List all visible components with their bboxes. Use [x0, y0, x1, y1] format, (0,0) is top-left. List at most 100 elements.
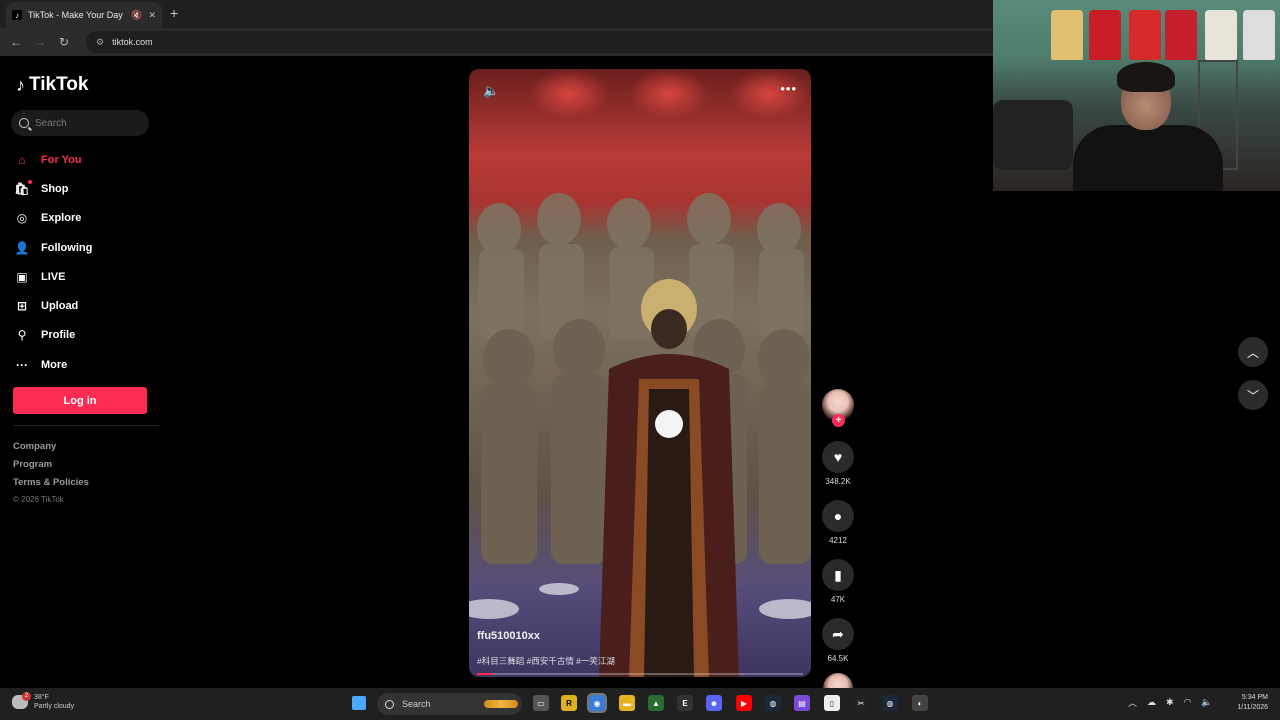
video-frame-dancer [599, 279, 739, 677]
search-icon [385, 699, 394, 709]
like-action[interactable]: ♥ 348.2K [822, 441, 854, 486]
sidebar-item-explore[interactable]: ◎ Explore [13, 204, 153, 233]
wifi-icon[interactable]: ◠ [1184, 697, 1192, 708]
start-icon[interactable] [352, 696, 366, 710]
video-progress-bar[interactable] [477, 673, 803, 675]
home-icon: ⌂ [18, 152, 26, 167]
tray-chevron-up-icon[interactable]: ︿ [1128, 696, 1137, 709]
clock-date: 1/11/2026 [1237, 704, 1268, 711]
next-video-button[interactable]: ﹀ [1238, 380, 1268, 410]
sidebar-item-live[interactable]: ▣ LIVE [13, 262, 153, 291]
sidebar-item-upload[interactable]: ⊞ Upload [13, 291, 153, 320]
windows-taskbar: 2 38°F Partly cloudy Search ▭ R ◉ ▬ ▲ E … [0, 688, 1280, 720]
site-settings-icon[interactable]: ⚙ [96, 37, 104, 48]
app-purple-icon[interactable]: ▤ [794, 695, 810, 711]
taskbar-clock[interactable]: 5:34 PM 1/11/2026 [1226, 693, 1268, 713]
video-hashtags[interactable]: #科目三舞蹈 #西安千古情 #一笑江湖 [477, 655, 615, 667]
tiktok-note-icon: ♪ [16, 74, 25, 95]
upload-icon: ⊞ [16, 299, 28, 314]
obs-icon[interactable]: ◐ [912, 695, 928, 711]
weather-widget[interactable]: 2 38°F Partly cloudy [12, 692, 75, 711]
nvidia-icon[interactable]: ▲ [648, 695, 664, 711]
heart-icon[interactable]: ♥ [822, 441, 854, 473]
url-input[interactable]: ⚙ tiktok.com [86, 31, 1046, 53]
chrome-icon[interactable]: ◉ [587, 693, 607, 713]
capcut-icon[interactable]: ✂ [853, 695, 869, 711]
sidebar-item-label: Profile [41, 329, 76, 342]
sidebar-item-more[interactable]: ··· More [13, 350, 153, 379]
share-action[interactable]: ➦ 64.5K [822, 618, 854, 663]
tiktok-logo[interactable]: ♪ TikTok [16, 74, 88, 96]
footer-link-program[interactable]: Program [13, 459, 89, 477]
reload-icon[interactable]: ↻ [52, 35, 76, 49]
search-highlight-icon [484, 700, 518, 708]
following-icon: 👤 [14, 240, 30, 255]
app-r-icon[interactable]: R [561, 695, 577, 711]
youtube-icon[interactable]: ▶ [736, 695, 752, 711]
weather-desc: Partly cloudy [34, 703, 75, 710]
back-arrow-icon[interactable]: ← [4, 35, 28, 49]
login-button[interactable]: Log in [13, 387, 147, 414]
comment-icon[interactable]: ● [822, 500, 854, 532]
sidebar-item-label: Following [41, 241, 93, 254]
like-count: 348.2K [825, 477, 851, 486]
more-options-icon[interactable]: ••• [780, 81, 797, 96]
sidebar-nav: ⌂ For You 🛍 Shop ◎ Explore 👤 Following ▣… [13, 145, 153, 379]
steam-alt-icon[interactable]: ◍ [882, 695, 898, 711]
file-explorer-icon[interactable]: ▬ [619, 695, 635, 711]
webcam-chair [993, 100, 1073, 170]
tab-close-icon[interactable]: ✕ [148, 10, 156, 21]
system-tray: ︿ ☁ ✱ ◠ 🔈 [1128, 696, 1213, 709]
comment-count: 4212 [829, 536, 847, 545]
sidebar-item-shop[interactable]: 🛍 Shop [13, 174, 153, 203]
onedrive-icon[interactable]: ☁ [1147, 697, 1156, 708]
share-count: 64.5K [827, 654, 849, 663]
webcam-overlay [993, 0, 1280, 191]
chevron-up-icon: ︿ [1246, 345, 1259, 360]
speaker-icon[interactable]: 🔈 [1201, 697, 1212, 708]
save-action[interactable]: ▮ 47K [822, 559, 854, 604]
steam-icon[interactable]: ◍ [765, 695, 781, 711]
taskbar-search-label: Search [402, 699, 431, 709]
bookmark-icon[interactable]: ▮ [822, 559, 854, 591]
jersey-decoration [1165, 10, 1197, 60]
sidebar-item-label: LIVE [41, 270, 66, 283]
notepad-icon[interactable]: ▯ [824, 695, 840, 711]
tab-audio-icon[interactable]: 🔇 [131, 10, 142, 21]
task-view-icon[interactable]: ▭ [533, 695, 549, 711]
footer-link-company[interactable]: Company [13, 441, 89, 459]
sidebar-item-label: For You [41, 153, 82, 166]
jersey-decoration [1051, 10, 1083, 60]
sidebar-divider [13, 425, 159, 426]
previous-video-button[interactable]: ︿ [1238, 337, 1268, 367]
logo-text: TikTok [29, 74, 89, 95]
follow-plus-icon[interactable]: + [832, 414, 845, 427]
creator-avatar[interactable]: + [822, 389, 854, 427]
discord-icon[interactable]: ☻ [706, 695, 722, 711]
share-arrow-icon[interactable]: ➦ [822, 618, 854, 650]
tiktok-favicon-icon: ♪ [12, 10, 22, 20]
comment-action[interactable]: ● 4212 [822, 500, 854, 545]
sidebar-item-for-you[interactable]: ⌂ For You [13, 145, 153, 174]
search-input[interactable]: Search [11, 110, 149, 136]
bluetooth-icon[interactable]: ✱ [1166, 697, 1174, 708]
sidebar-item-profile[interactable]: ⚲ Profile [13, 321, 153, 350]
forward-arrow-icon[interactable]: → [28, 35, 52, 49]
video-player[interactable]: 🔈 ••• ffu510010xx #科目三舞蹈 #西安千古情 #一笑江湖 [469, 69, 811, 677]
sidebar-item-following[interactable]: 👤 Following [13, 233, 153, 262]
sidebar-item-label: More [41, 358, 68, 371]
clock-time: 5:34 PM [1241, 694, 1268, 701]
sidebar-item-label: Shop [41, 182, 69, 195]
tab-title: TikTok - Make Your Day [28, 10, 123, 20]
epic-games-icon[interactable]: E [677, 695, 693, 711]
search-icon [19, 118, 29, 128]
new-tab-button[interactable]: + [170, 5, 178, 21]
taskbar-search[interactable]: Search [377, 693, 522, 715]
volume-icon[interactable]: 🔈 [483, 83, 499, 99]
footer-link-terms[interactable]: Terms & Policies [13, 477, 89, 495]
browser-tab[interactable]: ♪ TikTok - Make Your Day 🔇 ✕ [6, 2, 162, 28]
video-author[interactable]: ffu510010xx [477, 630, 540, 642]
save-count: 47K [830, 595, 846, 604]
person-icon: ⚲ [17, 328, 27, 343]
compass-icon: ◎ [16, 211, 28, 226]
